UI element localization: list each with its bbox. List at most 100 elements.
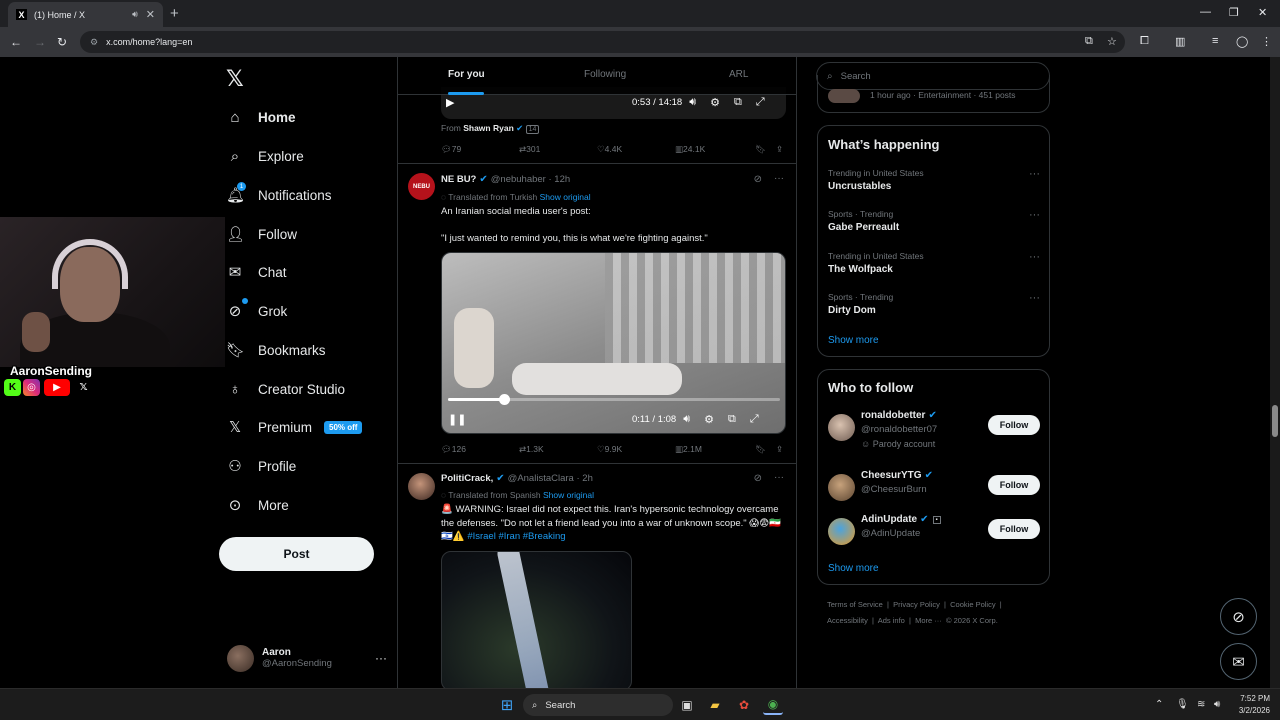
more-dots-icon[interactable]: ···	[774, 472, 784, 483]
footer-ads-info[interactable]: Ads info	[878, 616, 905, 625]
grok-icon[interactable]: ⊘	[754, 473, 762, 484]
extensions-icon[interactable]: ⧠	[1140, 35, 1149, 48]
media-control-icon[interactable]: ≡	[1212, 35, 1218, 47]
restore-icon[interactable]: ❐	[1229, 6, 1239, 19]
nav-more[interactable]: ⊙ More	[226, 492, 289, 518]
volume-icon[interactable]: 🔊︎	[689, 96, 696, 109]
tweet-image[interactable]	[441, 551, 632, 688]
scrollbar[interactable]	[1270, 57, 1280, 688]
address-bar[interactable]: ⚙ x.com/home?lang=en	[80, 31, 1125, 53]
messages-floating-button[interactable]: ✉	[1220, 643, 1257, 680]
more-dots-icon[interactable]: ···	[1029, 251, 1040, 263]
tab-arl[interactable]: ARL	[729, 69, 748, 80]
chrome-icon[interactable]: ◉	[763, 695, 783, 715]
x-logo-icon[interactable]: 𝕏	[226, 66, 244, 92]
profile-icon[interactable]: ◯	[1236, 35, 1248, 48]
trend-item[interactable]: Sports · Trending Dirty Dom ···	[828, 292, 1040, 316]
tab-following[interactable]: Following	[584, 69, 626, 80]
views-action[interactable]: ▥ 2.1M	[675, 444, 702, 455]
like-action[interactable]: ♡ 9.9K	[597, 444, 622, 455]
author-name[interactable]: NE BU?	[441, 174, 476, 185]
site-info-icon[interactable]: ⚙	[90, 37, 98, 48]
reply-action[interactable]: 💬︎ 79	[441, 144, 461, 155]
volume-icon[interactable]: 🔊︎	[1214, 699, 1220, 710]
nav-grok[interactable]: ⊘ Grok	[226, 298, 288, 324]
pip-icon[interactable]: ⧉	[728, 413, 736, 426]
footer-accessibility[interactable]: Accessibility	[827, 616, 868, 625]
grok-icon[interactable]: ⊘	[754, 174, 762, 185]
footer-privacy[interactable]: Privacy Policy	[893, 600, 940, 609]
follow-suggestion[interactable]: ronaldobetter ✔ @ronaldobetter07 ☺ Parody…	[828, 410, 1040, 449]
follow-button[interactable]: Follow	[988, 415, 1040, 435]
fullscreen-icon[interactable]: ⤢	[750, 413, 759, 426]
repost-action[interactable]: ⇄ 301	[519, 144, 540, 155]
reload-icon[interactable]: ↻	[57, 35, 67, 49]
follow-suggestion[interactable]: AdinUpdate ✔ ▪ @AdinUpdate Follow	[828, 514, 1040, 550]
more-dots-icon[interactable]: ···	[1029, 209, 1040, 221]
fullscreen-icon[interactable]: ⤢	[756, 96, 765, 109]
more-dots-icon[interactable]: ···	[774, 173, 784, 184]
side-panel-icon[interactable]: ▥	[1175, 35, 1185, 48]
nav-premium[interactable]: 𝕏 Premium 50% off	[226, 414, 363, 440]
back-icon[interactable]: ←	[10, 35, 22, 49]
hashtag-israel[interactable]: #Israel	[467, 531, 496, 542]
author-handle[interactable]: @nebuhaber	[491, 174, 546, 185]
account-switcher[interactable]: Aaron @AaronSending ···	[227, 643, 387, 673]
wifi-icon[interactable]: ≋	[1197, 699, 1205, 710]
author-handle[interactable]: @AnalistaClara	[508, 473, 574, 484]
cast-icon[interactable]: ⧉	[1085, 35, 1093, 48]
follow-suggestion[interactable]: CheesurYTG ✔ @CheesurBurn Follow	[828, 470, 1040, 506]
avatar[interactable]: NEBU	[408, 173, 435, 200]
trend-item[interactable]: Trending in United States Uncrustables ·…	[828, 168, 1040, 192]
new-tab-icon[interactable]: +	[170, 5, 179, 22]
file-explorer-icon[interactable]: ▰	[705, 695, 725, 715]
nav-chat[interactable]: ✉ Chat	[226, 259, 287, 285]
close-tab-icon[interactable]: ✕	[146, 8, 155, 21]
task-view-icon[interactable]: ▣	[677, 695, 697, 715]
close-window-icon[interactable]: ✕	[1258, 6, 1267, 19]
tray-overflow-icon[interactable]: ⌃	[1155, 699, 1163, 710]
more-dots-icon[interactable]: ···	[375, 651, 387, 665]
nav-bookmarks[interactable]: 🔖︎ Bookmarks	[226, 337, 326, 363]
taskbar-search[interactable]: ⌕ Search	[523, 694, 673, 716]
timeline[interactable]: For you Following ARL ▶ 0:53 / 14:18 🔊︎ …	[397, 57, 797, 688]
nav-follow[interactable]: 👤︎ Follow	[226, 221, 297, 247]
settings-icon[interactable]: ⚙	[710, 96, 720, 109]
menu-icon[interactable]: ⋮	[1261, 35, 1272, 48]
hashtag-iran[interactable]: #Iran	[498, 531, 520, 542]
trend-item[interactable]: Trending in United States The Wolfpack ·…	[828, 251, 1040, 275]
repost-action[interactable]: ⇄ 1.3K	[519, 444, 544, 455]
browser-tab[interactable]: X (1) Home / X 🔊︎ ✕	[8, 2, 163, 27]
follow-button[interactable]: Follow	[988, 519, 1040, 539]
hashtag-breaking[interactable]: #Breaking	[523, 531, 566, 542]
microphone-icon[interactable]: 🎙︎	[1176, 699, 1189, 710]
bookmark-icon[interactable]: 🔖︎	[755, 444, 766, 455]
grok-floating-button[interactable]: ⊘	[1220, 598, 1257, 635]
show-more-trends-link[interactable]: Show more	[828, 335, 879, 346]
nav-explore[interactable]: ⌕ Explore	[226, 143, 304, 169]
views-action[interactable]: ▥ 24.1K	[675, 144, 705, 155]
tweet-video[interactable]: ❚❚ 0:11 / 1:08 🔊︎ ⚙ ⧉ ⤢	[441, 252, 786, 434]
reply-action[interactable]: 💬︎ 126	[441, 444, 466, 455]
speaker-icon[interactable]: 🔊︎	[132, 9, 138, 20]
more-dots-icon[interactable]: ···	[1029, 292, 1040, 304]
follow-button[interactable]: Follow	[988, 475, 1040, 495]
avatar[interactable]	[408, 473, 435, 500]
post-button[interactable]: Post	[219, 537, 374, 571]
footer-terms[interactable]: Terms of Service	[827, 600, 883, 609]
settings-icon[interactable]: ⚙	[704, 413, 714, 426]
like-action[interactable]: ♡ 4.4K	[597, 144, 622, 155]
scrollbar-thumb[interactable]	[1272, 405, 1278, 437]
pip-icon[interactable]: ⧉	[734, 96, 742, 109]
nav-creator-studio[interactable]: ♁ Creator Studio	[226, 376, 345, 402]
more-dots-icon[interactable]: ···	[1029, 168, 1040, 180]
nav-profile[interactable]: ⚇ Profile	[226, 453, 296, 479]
video-progress-handle[interactable]	[499, 394, 511, 405]
show-original-link[interactable]: Show original	[543, 490, 594, 500]
footer-cookie[interactable]: Cookie Policy	[950, 600, 995, 609]
volume-icon[interactable]: 🔊︎	[683, 413, 690, 426]
from-name[interactable]: Shawn Ryan	[463, 123, 514, 133]
windows-start-icon[interactable]: ⊞	[497, 695, 517, 715]
bookmark-star-icon[interactable]: ☆	[1107, 35, 1117, 48]
pause-icon[interactable]: ❚❚	[448, 413, 466, 426]
